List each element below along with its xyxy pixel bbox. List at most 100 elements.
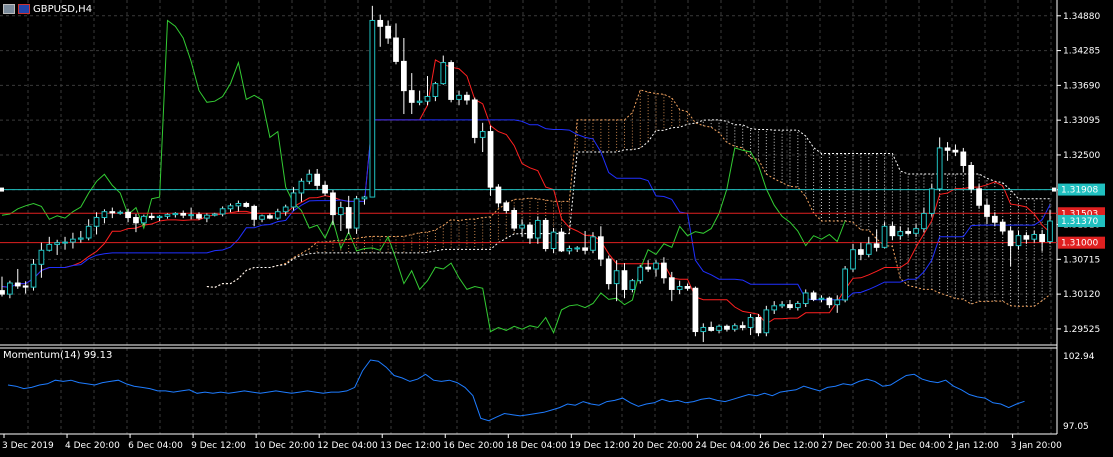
candle-body [93,217,100,227]
candle-body [448,62,455,100]
flag-icon [18,4,30,14]
candle-body [38,249,45,265]
candle-body [999,221,1006,232]
candle-body [826,297,833,306]
time-tick-label: 18 Dec 04:00 [506,441,567,451]
time-tick-label: 6 Dec 04:00 [128,441,183,451]
candle-body [802,292,809,304]
candle-body [842,268,848,301]
price-tick-label: 1.29525 [1063,325,1100,335]
candle-body [0,290,5,295]
time-tick-label: 9 Dec 12:00 [191,441,246,451]
momentum-label: Momentum(14) 99.13 [3,350,113,361]
price-label: 1.31370 [1061,217,1098,227]
candle-body [968,164,975,190]
candle-body [495,186,502,204]
candle-body [724,325,730,330]
candle-body [621,270,628,290]
candle-body [267,215,273,219]
candle-body [787,304,793,309]
candle-body [1023,235,1030,240]
candle-body [377,19,384,27]
candle-body [322,184,328,194]
candle-body [77,237,84,240]
candle-body [944,147,951,151]
candle-body [952,149,959,153]
time-tick-label: 12 Dec 04:00 [317,441,378,451]
candle-body [731,325,738,330]
candle-body [645,266,651,270]
time-tick-label: 3 Jan 20:00 [1011,441,1063,451]
candle-body [794,302,801,309]
candle-body [164,214,171,217]
candle-body [850,249,856,270]
candle-body [873,243,880,248]
candle-body [739,325,746,328]
candle-body [692,287,699,333]
candle-body [101,211,108,219]
candle-body [330,192,336,216]
time-tick-label: 24 Dec 04:00 [695,441,756,451]
candle-body [204,214,210,219]
candle-body [708,326,715,331]
candle-body [290,192,297,208]
candle-body [755,317,762,334]
candle-body [763,309,770,334]
candle-body [259,215,265,220]
time-tick-label: 2 Jan 12:00 [948,441,1000,451]
candle-body [590,236,596,251]
candle-body [22,285,29,288]
candle-body [605,258,612,285]
candle-body [487,131,494,188]
candle-body [85,225,92,239]
candle-body [235,202,242,207]
candle-body [251,205,258,220]
price-tick-label: 1.34285 [1063,47,1100,57]
candle-body [211,213,218,216]
candle-body [976,188,982,206]
candle-body [140,215,147,224]
candle-body [865,243,872,255]
candle-body [479,131,486,138]
price-label: 1.31000 [1061,239,1098,249]
chart-window-icon[interactable] [3,4,15,14]
candle-body [858,249,864,255]
candle-body [700,326,707,333]
candle-body [14,282,21,287]
candle-body [676,286,683,290]
candle-body [385,25,391,39]
candle-body [54,242,61,245]
candle-body [369,19,376,198]
candle-body [337,207,344,216]
candle-body [771,305,778,311]
candle-body [881,225,888,248]
candle-body [109,211,116,214]
candle-body [668,277,675,290]
candle-body [401,60,407,92]
candle-body [834,299,841,306]
candle-body [519,224,525,229]
time-tick-label: 4 Dec 20:00 [65,441,120,451]
bid-marker [1052,187,1056,192]
candle-body [716,325,722,331]
candle-body [629,280,636,290]
candle-body [456,94,462,100]
candle-body [542,219,549,250]
candle-body [274,211,281,219]
candle-body [440,62,447,85]
candle-body [1039,233,1045,242]
price-tick-label: 1.33095 [1063,116,1100,126]
candle-body [511,210,518,229]
candle-body [913,228,919,234]
candle-body [180,212,187,216]
candle-body [653,262,659,270]
candle-body [7,282,13,295]
momentum-tick-label: 102.94 [1063,352,1095,362]
time-tick-label: 27 Dec 20:00 [821,441,882,451]
candle-body [219,208,226,215]
candle-body [613,270,620,285]
candle-body [928,188,935,214]
candle-body [905,231,912,234]
candle-body [125,211,131,219]
price-tick-label: 1.30120 [1063,290,1100,300]
